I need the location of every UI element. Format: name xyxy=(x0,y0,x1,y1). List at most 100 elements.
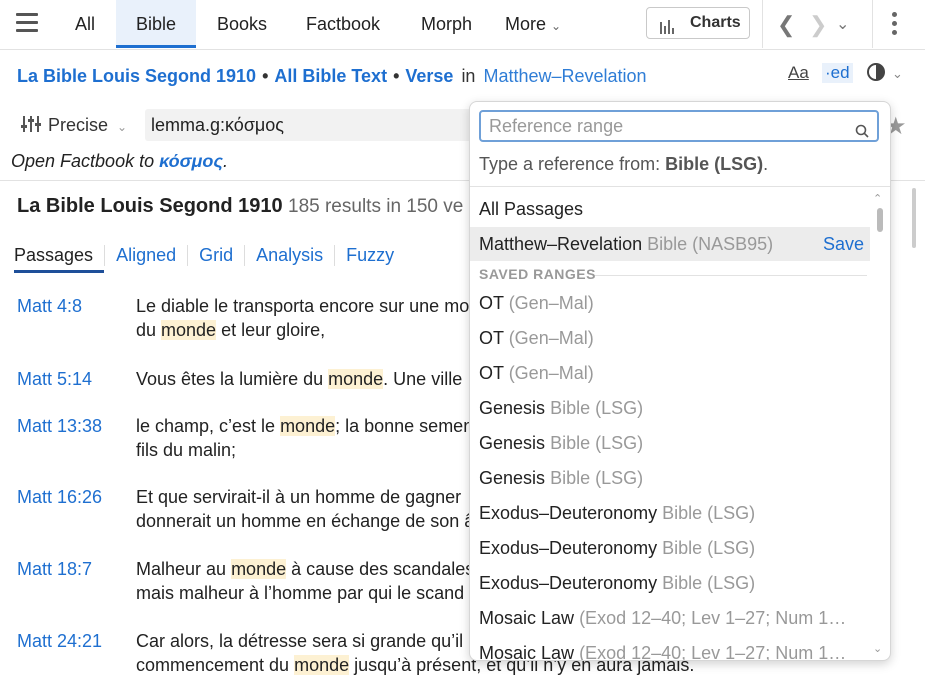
verse-reference[interactable]: Matt 13:38 xyxy=(17,414,102,438)
hint-prefix: Type a reference from: xyxy=(479,154,666,174)
verse-line: Le diable le transporta encore sur une m… xyxy=(136,294,476,318)
search-hit: monde xyxy=(328,369,384,389)
tab-bible[interactable]: Bible xyxy=(116,0,196,48)
saved-range-detail: Bible (LSG) xyxy=(662,538,756,558)
verse-text: Vous êtes la lumière du monde. Une ville xyxy=(136,367,476,391)
factbook-term: κόσμος xyxy=(159,151,223,171)
scrollbar[interactable] xyxy=(912,188,916,248)
search-icon xyxy=(855,118,869,138)
saved-range-item[interactable]: Exodus–Deuteronomy Bible (LSG) xyxy=(470,566,870,600)
tab-books[interactable]: Books xyxy=(217,0,267,48)
scrollbar-thumb[interactable] xyxy=(877,208,883,232)
verse-fragment: Vous êtes la lumière du xyxy=(136,369,329,389)
saved-range-name: Genesis xyxy=(479,468,546,488)
saved-range-item[interactable]: Mosaic Law (Exod 12–40; Lev 1–27; Num 1… xyxy=(470,636,870,661)
breadcrumb: La Bible Louis Segond 1910 • All Bible Tex… xyxy=(17,66,647,87)
save-range-button[interactable]: Save xyxy=(823,227,864,261)
tab-aligned[interactable]: Aligned xyxy=(104,245,187,266)
tab-grid[interactable]: Grid xyxy=(187,245,244,266)
verse-text: le champ, c’est le monde; la bonne semen… xyxy=(136,414,476,462)
tab-analysis[interactable]: Analysis xyxy=(244,245,334,266)
divider xyxy=(762,0,763,48)
saved-range-detail: Bible (LSG) xyxy=(550,468,644,488)
saved-range-item[interactable]: Genesis Bible (LSG) xyxy=(470,391,870,425)
verse-reference[interactable]: Matt 5:14 xyxy=(17,367,92,391)
saved-range-item[interactable]: Exodus–Deuteronomy Bible (LSG) xyxy=(470,496,870,530)
results-title: La Bible Louis Segond 1910 xyxy=(17,195,283,217)
precision-select[interactable]: Precise ⌄ xyxy=(20,114,127,139)
saved-range-item[interactable]: Genesis Bible (LSG) xyxy=(470,426,870,460)
saved-range-detail: Bible (LSG) xyxy=(550,433,644,453)
verse-fragment: mais malheur à l’homme par qui le scand xyxy=(136,583,465,603)
divider xyxy=(470,186,890,187)
scroll-down-icon[interactable]: ⌄ xyxy=(873,642,882,655)
option-all-passages[interactable]: All Passages xyxy=(470,192,870,226)
saved-range-item[interactable]: Genesis Bible (LSG) xyxy=(470,461,870,495)
history-chevron-icon[interactable]: ⌄ xyxy=(836,14,849,34)
saved-range-item[interactable]: OT (Gen–Mal) xyxy=(470,356,870,390)
chevron-down-icon: ⌄ xyxy=(117,120,128,134)
reference-range-dropdown: Reference range Type a reference from: B… xyxy=(469,101,891,661)
forward-icon[interactable]: ❯ xyxy=(809,12,827,38)
tab-morph[interactable]: Morph xyxy=(421,0,472,48)
verse-fragment: à cause des scandales xyxy=(286,559,475,579)
separator-dot: • xyxy=(262,66,269,86)
back-icon[interactable]: ❮ xyxy=(777,12,795,38)
divider xyxy=(595,275,867,276)
theme-chevron-icon[interactable]: ⌄ xyxy=(892,66,903,82)
saved-range-name: OT xyxy=(479,363,504,383)
breadcrumb-in: in xyxy=(461,66,476,86)
breadcrumb-bible[interactable]: La Bible Louis Segond 1910 xyxy=(17,66,256,86)
breadcrumb-unit[interactable]: Verse xyxy=(405,66,453,86)
factbook-link[interactable]: Open Factbook to κόσμος. xyxy=(11,151,228,172)
option-current-range[interactable]: Matthew–Revelation Bible (NASB95) Save xyxy=(470,227,870,261)
breadcrumb-scope[interactable]: All Bible Text xyxy=(274,66,387,86)
verse-fragment: Car alors, la détresse sera si grande qu… xyxy=(136,631,479,651)
saved-range-name: Exodus–Deuteronomy xyxy=(479,538,658,558)
search-hit: monde xyxy=(294,655,350,675)
menu-icon[interactable] xyxy=(16,13,38,33)
tab-passages[interactable]: Passages xyxy=(14,245,105,273)
precision-label: Precise xyxy=(48,115,109,135)
saved-range-detail: (Exod 12–40; Lev 1–27; Num 1… xyxy=(579,643,847,661)
scroll-up-icon[interactable]: ⌃ xyxy=(873,192,882,205)
verse-reference[interactable]: Matt 18:7 xyxy=(17,557,92,581)
verse-reference[interactable]: Matt 16:26 xyxy=(17,485,102,509)
tab-factbook[interactable]: Factbook xyxy=(306,0,380,48)
saved-range-item[interactable]: Exodus–Deuteronomy Bible (LSG) xyxy=(470,531,870,565)
verse-line: le champ, c’est le monde; la bonne semen xyxy=(136,414,476,438)
verse-text: Et que servirait-il à un homme de gagner… xyxy=(136,485,476,533)
verse-reference[interactable]: Matt 24:21 xyxy=(17,629,102,653)
saved-range-item[interactable]: OT (Gen–Mal) xyxy=(470,321,870,355)
saved-range-item[interactable]: OT (Gen–Mal) xyxy=(470,286,870,320)
tab-more[interactable]: More ⌄ xyxy=(505,0,561,48)
verse-reference[interactable]: Matt 4:8 xyxy=(17,294,82,318)
reference-range-placeholder: Reference range xyxy=(489,116,624,136)
tab-more-label: More xyxy=(505,14,547,34)
saved-range-item[interactable]: Mosaic Law (Exod 12–40; Lev 1–27; Num 1… xyxy=(470,601,870,635)
saved-range-detail: (Gen–Mal) xyxy=(508,293,594,313)
verse-text: Le diable le transporta encore sur une m… xyxy=(136,294,476,342)
verse-fragment: fils du malin; xyxy=(136,440,237,460)
results-view-tabs: Passages Aligned Grid Analysis Fuzzy xyxy=(14,245,405,273)
separator-dot: • xyxy=(393,66,400,86)
verse-fragment: . Une ville xyxy=(383,369,463,389)
tab-all[interactable]: All xyxy=(75,0,95,48)
font-size-icon[interactable]: Aa xyxy=(788,63,809,83)
charts-button[interactable]: Charts xyxy=(646,7,750,39)
tab-fuzzy[interactable]: Fuzzy xyxy=(334,245,405,266)
ed-icon[interactable]: ·ed xyxy=(822,63,853,83)
theme-icon[interactable] xyxy=(866,62,886,87)
saved-range-name: Exodus–Deuteronomy xyxy=(479,503,658,523)
saved-range-name: OT xyxy=(479,293,504,313)
verse-fragment: le champ, c’est le xyxy=(136,416,281,436)
verse-fragment: donnerait un homme en échange de son â xyxy=(136,511,475,531)
search-query-input[interactable]: lemma.g:κόσμος xyxy=(145,109,491,141)
breadcrumb-range[interactable]: Matthew–Revelation xyxy=(483,66,646,86)
more-options-icon[interactable] xyxy=(892,12,898,39)
search-hit: monde xyxy=(231,559,287,579)
verse-line: du monde et leur gloire, xyxy=(136,318,476,342)
chevron-down-icon: ⌄ xyxy=(551,19,562,33)
reference-range-input[interactable]: Reference range xyxy=(479,110,879,142)
verse-fragment: commencement du xyxy=(136,655,295,675)
